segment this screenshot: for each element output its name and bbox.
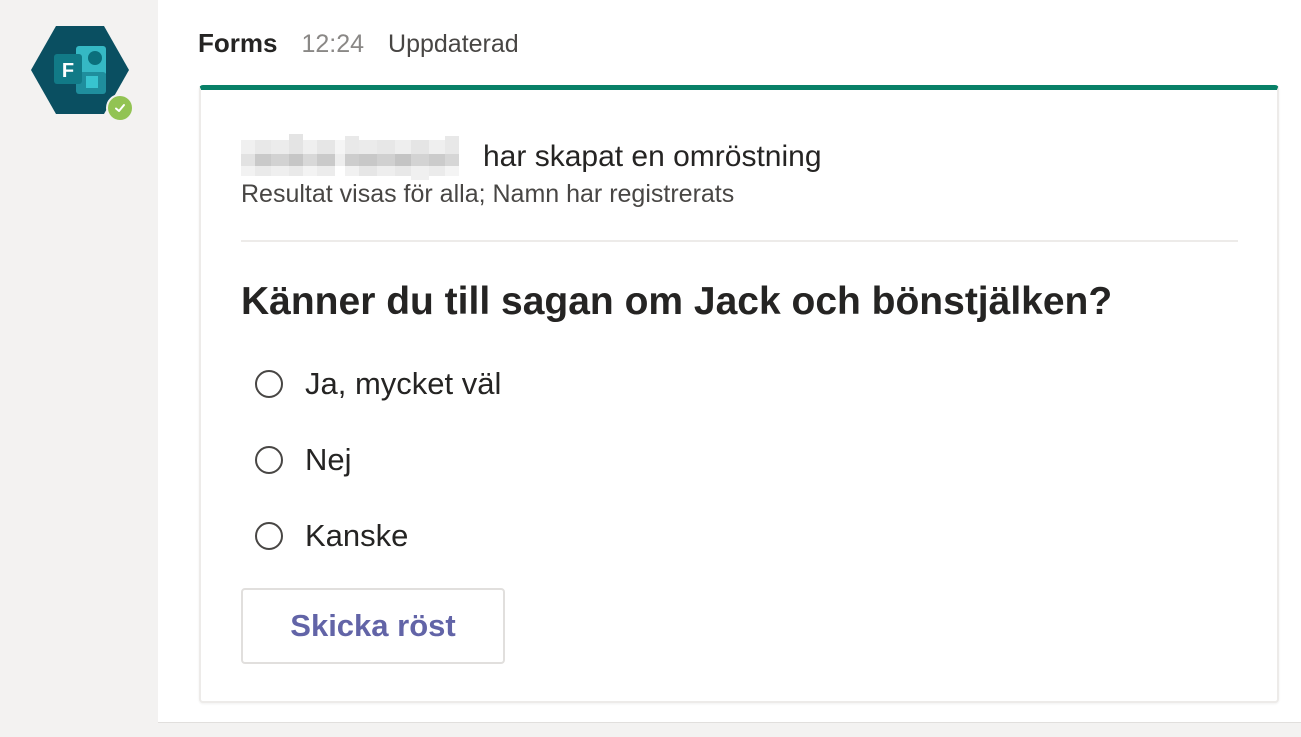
poll-option-label: Ja, mycket väl [305, 366, 502, 401]
poll-option-label: Nej [305, 442, 352, 477]
presence-available-icon [106, 94, 134, 122]
poll-creator-row: har skapat en omröstning [241, 134, 822, 180]
poll-card: har skapat en omröstning Resultat visas … [199, 85, 1279, 703]
poll-question: Känner du till sagan om Jack och bönstjä… [241, 280, 1113, 323]
message-status: Uppdaterad [388, 30, 519, 58]
poll-settings-text: Resultat visas för alla; Namn har regist… [241, 180, 735, 208]
poll-option-label: Kanske [305, 518, 409, 553]
divider [241, 240, 1238, 242]
bottom-strip [158, 722, 1301, 737]
sender-name[interactable]: Forms [198, 28, 277, 59]
svg-text:F: F [62, 60, 74, 82]
radio-button[interactable] [255, 522, 283, 550]
message-header: Forms 12:24 Uppdaterad [198, 28, 519, 64]
radio-button[interactable] [255, 446, 283, 474]
message-area: Forms 12:24 Uppdaterad har skapat en omr… [158, 0, 1301, 722]
radio-button[interactable] [255, 370, 283, 398]
left-rail: F [0, 0, 158, 736]
poll-option[interactable]: Kanske [255, 518, 408, 554]
poll-created-text: har skapat en omröstning [483, 140, 822, 173]
message-timestamp: 12:24 [301, 30, 365, 58]
blurred-creator-name [241, 134, 481, 180]
poll-option[interactable]: Ja, mycket väl [255, 366, 501, 402]
submit-vote-button[interactable]: Skicka röst [241, 588, 505, 664]
poll-option[interactable]: Nej [255, 442, 352, 478]
